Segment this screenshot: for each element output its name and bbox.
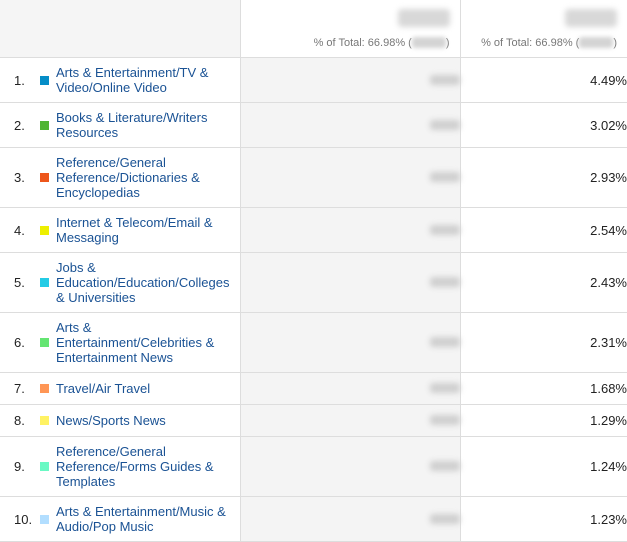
series-color-swatch: [40, 416, 49, 425]
row-redacted-value-cell: [240, 496, 461, 542]
series-color-swatch: [40, 120, 49, 130]
row-label-link[interactable]: Travel/Air Travel: [56, 381, 228, 396]
row-redacted-value-cell: [240, 436, 461, 497]
row-dimension-cell: 5. Jobs & Education/Education/Colleges & …: [0, 252, 241, 313]
header-metric-1-subtitle: % of Total: 66.98% (): [313, 36, 450, 49]
row-percent-cell: 3.02%: [460, 102, 627, 148]
report-table: % of Total: 66.98% () % of Total: 66.98%…: [0, 0, 627, 542]
table-row: 9. Reference/General Reference/Forms Guid…: [0, 436, 627, 497]
redacted-value: [429, 383, 460, 393]
row-dimension-cell: 8. News/Sports News: [0, 404, 241, 437]
redacted-value: [429, 224, 460, 235]
row-index: 3.: [14, 170, 25, 185]
row-redacted-value-cell: [240, 102, 461, 148]
row-label-link[interactable]: Arts & Entertainment/TV & Video/Online V…: [56, 65, 228, 95]
row-dimension-cell: 6. Arts & Entertainment/Celebrities & Ent…: [0, 312, 241, 373]
series-color-swatch: [40, 338, 49, 347]
row-dimension-cell: 7. Travel/Air Travel: [0, 372, 241, 405]
table-row: 1. Arts & Entertainment/TV & Video/Online…: [0, 57, 627, 103]
row-redacted-value-cell: [240, 312, 461, 373]
row-redacted-value-cell: [240, 372, 461, 405]
row-index: 9.: [14, 459, 25, 474]
series-color-swatch: [40, 384, 49, 393]
redacted-value: [429, 277, 460, 287]
row-dimension-cell: 1. Arts & Entertainment/TV & Video/Online…: [0, 57, 241, 103]
row-dimension-cell: 4. Internet & Telecom/Email & Messaging: [0, 207, 241, 253]
row-label-link[interactable]: Internet & Telecom/Email & Messaging: [56, 215, 228, 245]
redacted-value: [579, 37, 614, 49]
header-blank-cell: [0, 0, 241, 58]
redacted-value: [411, 37, 446, 49]
row-dimension-cell: 3. Reference/General Reference/Dictionari…: [0, 147, 241, 208]
redacted-value: [429, 513, 460, 524]
series-color-swatch: [40, 462, 49, 471]
row-percent-cell: 1.23%: [460, 496, 627, 542]
redacted-value: [429, 337, 460, 347]
row-index: 7.: [14, 381, 25, 396]
row-index: 2.: [14, 117, 25, 133]
row-redacted-value-cell: [240, 252, 461, 313]
redacted-value: [429, 461, 460, 471]
row-label-link[interactable]: Books & Literature/Writers Resources: [56, 110, 228, 140]
row-label-link[interactable]: Arts & Entertainment/Music & Audio/Pop M…: [56, 504, 228, 534]
redacted-value: [429, 415, 460, 425]
header-metric-2-total-redacted: [565, 8, 617, 27]
row-index: 8.: [14, 413, 25, 428]
table-row: 4. Internet & Telecom/Email & Messaging 2.…: [0, 207, 627, 253]
series-color-swatch: [40, 514, 49, 524]
redacted-value: [429, 74, 460, 85]
row-label-link[interactable]: Reference/General Reference/Forms Guides…: [56, 444, 228, 489]
header-metric-2-subtitle: % of Total: 66.98% (): [481, 36, 617, 49]
header-row: % of Total: 66.98% () % of Total: 66.98%…: [0, 0, 627, 58]
row-dimension-cell: 2. Books & Literature/Writers Resources: [0, 102, 241, 148]
row-percent-cell: 4.49%: [460, 57, 627, 103]
table-row: 5. Jobs & Education/Education/Colleges & …: [0, 252, 627, 313]
row-index: 5.: [14, 275, 25, 290]
table-row: 10. Arts & Entertainment/Music & Audio/Po…: [0, 496, 627, 542]
row-redacted-value-cell: [240, 207, 461, 253]
series-color-swatch: [40, 75, 49, 85]
row-redacted-value-cell: [240, 147, 461, 208]
row-percent-cell: 1.68%: [460, 372, 627, 405]
header-metric-1-total-redacted: [397, 8, 450, 27]
series-color-swatch: [40, 225, 49, 235]
row-percent-cell: 2.54%: [460, 207, 627, 253]
table-row: 3. Reference/General Reference/Dictionari…: [0, 147, 627, 208]
row-dimension-cell: 9. Reference/General Reference/Forms Guid…: [0, 436, 241, 497]
row-percent-cell: 2.31%: [460, 312, 627, 373]
row-index: 10.: [14, 511, 33, 527]
row-percent-cell: 1.29%: [460, 404, 627, 437]
row-redacted-value-cell: [240, 404, 461, 437]
row-dimension-cell: 10. Arts & Entertainment/Music & Audio/Po…: [0, 496, 241, 542]
row-index: 4.: [14, 222, 25, 238]
row-redacted-value-cell: [240, 57, 461, 103]
row-index: 6.: [14, 335, 25, 350]
row-label-link[interactable]: Arts & Entertainment/Celebrities & Enter…: [56, 320, 228, 365]
series-color-swatch: [40, 173, 49, 182]
row-index: 1.: [14, 72, 25, 88]
row-percent-cell: 1.24%: [460, 436, 627, 497]
redacted-value: [429, 172, 460, 182]
table-row: 8. News/Sports News 1.29%: [0, 404, 627, 437]
redacted-value: [429, 119, 460, 130]
header-metric-1[interactable]: % of Total: 66.98% (): [240, 0, 461, 58]
table-row: 7. Travel/Air Travel 1.68%: [0, 372, 627, 405]
row-percent-cell: 2.43%: [460, 252, 627, 313]
row-label-link[interactable]: News/Sports News: [56, 413, 228, 428]
row-percent-cell: 2.93%: [460, 147, 627, 208]
table-row: 2. Books & Literature/Writers Resources 3.…: [0, 102, 627, 148]
row-label-link[interactable]: Reference/General Reference/Dictionaries…: [56, 155, 228, 200]
series-color-swatch: [40, 278, 49, 287]
header-metric-2[interactable]: % of Total: 66.98% (): [460, 0, 627, 58]
row-label-link[interactable]: Jobs & Education/Education/Colleges & Un…: [56, 260, 229, 305]
table-row: 6. Arts & Entertainment/Celebrities & Ent…: [0, 312, 627, 373]
